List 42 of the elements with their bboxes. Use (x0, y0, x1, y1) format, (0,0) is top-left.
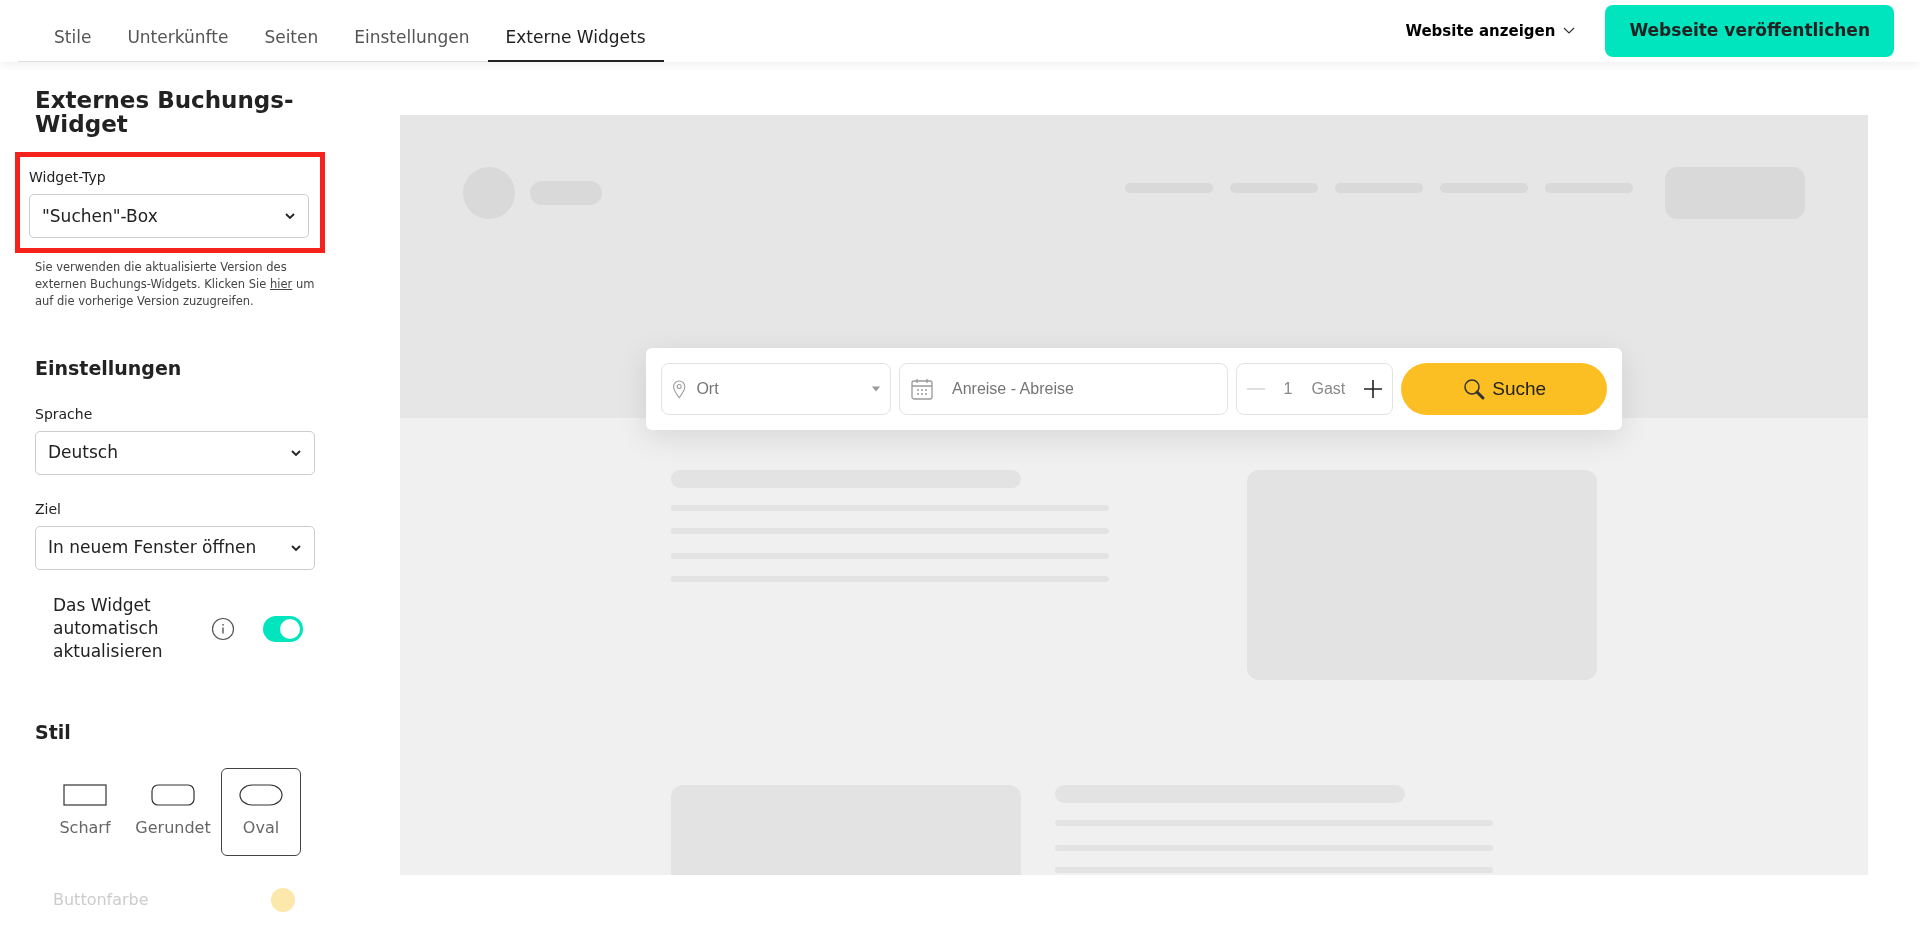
info-note: Sie verwenden die aktualisierte Version des externen Buchungs-Widgets. Klicken Sie hier um auf die vorherige Version zuzugreifen. (35, 259, 316, 310)
guest-label: Gast (1311, 379, 1346, 399)
pin-icon (672, 377, 687, 401)
tab[interactable]: Seiten (246, 0, 337, 62)
chevron-icon (290, 544, 302, 553)
language-select[interactable]: Deutsch (35, 431, 315, 476)
toggle-label: Das Widget automatisch aktualisieren (53, 594, 164, 663)
plus-icon[interactable] (1364, 380, 1383, 398)
minus-icon[interactable] (1246, 388, 1265, 390)
search-button[interactable]: Suche (1401, 363, 1607, 415)
style-option[interactable]: Scharf (45, 767, 125, 856)
date-field[interactable]: Anreise - Abreise (899, 363, 1228, 415)
shape-icon (239, 783, 283, 806)
style-option[interactable]: Oval (221, 767, 301, 856)
here-link[interactable]: hier (270, 276, 293, 291)
publish-button[interactable]: Webseite veröffentlichen (1605, 5, 1894, 57)
calendar-icon (910, 377, 934, 401)
guest-count: 1 (1283, 379, 1293, 399)
tab[interactable]: Einstellungen (336, 0, 488, 62)
panel-title: Externes Buchungs-Widget (35, 88, 295, 137)
dropdown-arrow-icon (872, 386, 880, 392)
section-title: Einstellungen (35, 357, 183, 381)
tab[interactable]: Stile (36, 0, 110, 62)
widget-type-label: Widget-Typ (29, 168, 107, 188)
widget-type-select[interactable]: "Suchen"-Box (29, 194, 309, 239)
language-label: Sprache (35, 405, 94, 425)
chevron-icon (284, 212, 296, 221)
view-website-menu[interactable]: Website anzeigen (1399, 18, 1582, 44)
target-select[interactable]: In neuem Fenster öffnen (35, 526, 315, 571)
search-icon (1462, 377, 1487, 401)
info-icon[interactable] (211, 616, 235, 641)
tab[interactable]: Unterkünfte (109, 0, 247, 62)
target-label: Ziel (35, 500, 62, 520)
section-title: Stil (35, 720, 72, 744)
shape-icon (151, 783, 195, 806)
chevron-icon (290, 449, 302, 458)
shape-icon (63, 783, 107, 806)
tab[interactable]: Externe Widgets (487, 0, 664, 62)
auto-update-toggle[interactable] (263, 615, 303, 642)
style-option[interactable]: Gerundet (133, 767, 213, 856)
location-field[interactable]: Ort (661, 363, 891, 415)
chevron-icon (1563, 27, 1576, 35)
